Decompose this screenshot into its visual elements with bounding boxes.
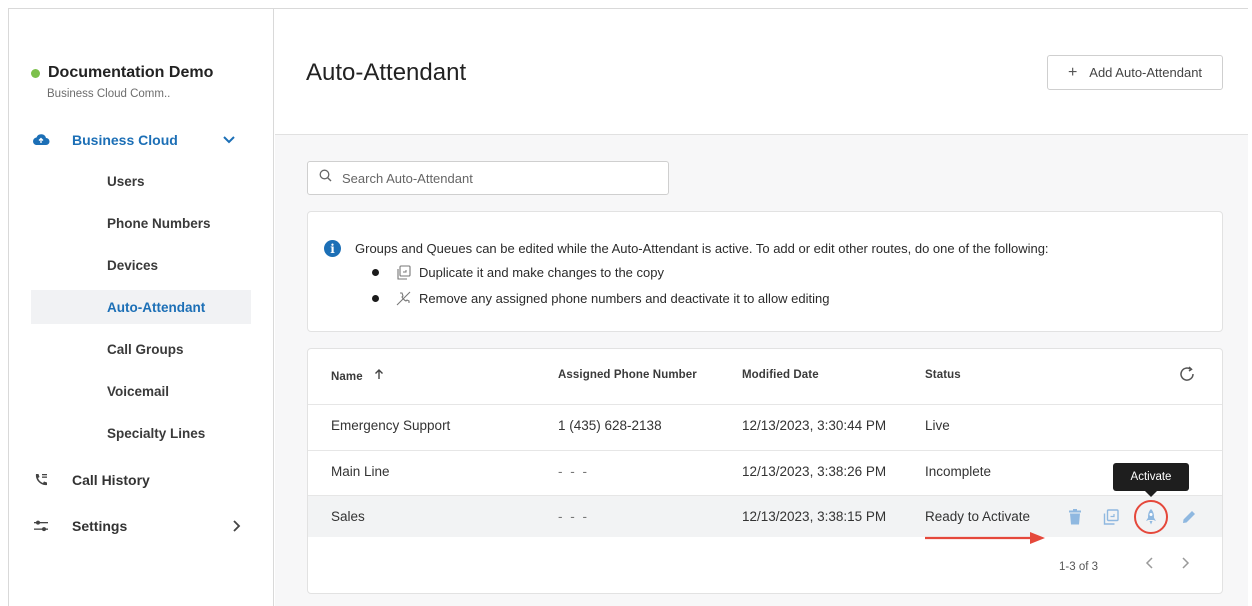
org-subtitle: Business Cloud Comm..	[47, 88, 171, 100]
page-header: Auto-Attendant + Add Auto-Attendant	[275, 9, 1248, 135]
info-bullet: Duplicate it and make changes to the cop…	[372, 264, 664, 280]
sidebar-item-users[interactable]: Users	[31, 164, 251, 198]
column-header-status[interactable]: Status	[925, 369, 961, 381]
column-header-phone[interactable]: Assigned Phone Number	[558, 369, 697, 381]
next-page-icon[interactable]	[1180, 554, 1190, 575]
add-auto-attendant-button[interactable]: + Add Auto-Attendant	[1047, 55, 1223, 90]
cell-status: Live	[925, 418, 950, 433]
page-title: Auto-Attendant	[306, 59, 467, 86]
activate-tooltip: Activate	[1113, 463, 1189, 497]
info-icon: i	[324, 240, 341, 257]
search-icon	[319, 169, 332, 187]
trash-icon[interactable]	[1065, 507, 1085, 527]
table-row[interactable]: Sales - - - 12/13/2023, 3:38:15 PM Ready…	[308, 495, 1222, 537]
sidebar-item-auto-attendant[interactable]: Auto-Attendant	[31, 290, 251, 324]
table-row[interactable]: Emergency Support 1 (435) 628-2138 12/13…	[308, 404, 1222, 446]
chevron-right-icon[interactable]	[233, 519, 241, 535]
org-switcher[interactable]: Documentation Demo Business Cloud Comm..	[31, 64, 213, 100]
cell-modified: 12/13/2023, 3:38:15 PM	[742, 509, 887, 524]
phone-list-icon	[31, 470, 51, 490]
cell-phone: - - -	[558, 464, 589, 479]
nav-settings[interactable]: Settings	[31, 509, 127, 543]
info-text: Groups and Queues can be edited while th…	[355, 241, 1049, 256]
column-header-modified[interactable]: Modified Date	[742, 369, 819, 381]
nav-business-cloud[interactable]: Business Cloud	[31, 123, 178, 157]
sidebar-item-call-groups[interactable]: Call Groups	[31, 332, 251, 366]
pagination-label: 1-3 of 3	[1059, 561, 1098, 573]
table-row[interactable]: Main Line - - - 12/13/2023, 3:38:26 PM I…	[308, 450, 1222, 492]
column-header-name[interactable]: Name	[331, 369, 384, 383]
info-bullet-text: Remove any assigned phone numbers and de…	[419, 290, 830, 306]
cell-name: Main Line	[331, 464, 390, 479]
sliders-icon	[31, 516, 51, 536]
duplicate-icon[interactable]	[1101, 507, 1121, 527]
search-box[interactable]	[307, 161, 669, 195]
cell-status: Ready to Activate	[925, 509, 1031, 524]
cell-status: Incomplete	[925, 464, 992, 479]
nav-business-cloud-label: Business Cloud	[72, 132, 178, 148]
auto-attendant-table: Name Assigned Phone Number Modified Date…	[307, 348, 1223, 594]
edit-pencil-icon[interactable]	[1179, 507, 1199, 527]
sidebar-item-specialty-lines[interactable]: Specialty Lines	[31, 416, 251, 450]
rocket-icon[interactable]	[1141, 507, 1161, 527]
remove-number-icon	[395, 290, 411, 306]
prev-page-icon[interactable]	[1145, 554, 1155, 575]
nav-settings-label: Settings	[72, 518, 128, 534]
chevron-down-icon[interactable]	[223, 131, 235, 147]
add-auto-attendant-label: Add Auto-Attendant	[1089, 65, 1203, 80]
cell-name: Emergency Support	[331, 418, 451, 433]
search-input[interactable]	[342, 170, 642, 186]
info-bullet-text: Duplicate it and make changes to the cop…	[419, 264, 664, 280]
cloud-icon	[31, 130, 51, 150]
duplicate-icon	[395, 264, 411, 280]
sidebar-item-phone-numbers[interactable]: Phone Numbers	[31, 206, 251, 240]
main-content: Auto-Attendant + Add Auto-Attendant i Gr…	[275, 9, 1248, 606]
annotation-arrow	[925, 532, 1045, 544]
cell-name: Sales	[331, 509, 365, 524]
status-dot	[31, 68, 40, 78]
refresh-icon[interactable]	[1178, 365, 1196, 388]
cell-modified: 12/13/2023, 3:30:44 PM	[742, 418, 887, 433]
info-banner: i Groups and Queues can be edited while …	[307, 211, 1223, 332]
sidebar-item-devices[interactable]: Devices	[31, 248, 251, 282]
plus-icon: +	[1067, 63, 1078, 81]
nav-call-history[interactable]: Call History	[31, 463, 150, 497]
info-bullet: Remove any assigned phone numbers and de…	[372, 290, 829, 306]
sidebar-item-voicemail[interactable]: Voicemail	[31, 374, 251, 408]
sidebar: Documentation Demo Business Cloud Comm..…	[9, 9, 274, 606]
sort-ascending-icon	[374, 369, 384, 383]
nav-call-history-label: Call History	[72, 472, 150, 488]
cell-phone: - - -	[558, 509, 589, 524]
org-name: Documentation Demo	[48, 64, 214, 81]
cell-phone: 1 (435) 628-2138	[558, 418, 662, 433]
cell-modified: 12/13/2023, 3:38:26 PM	[742, 464, 887, 479]
